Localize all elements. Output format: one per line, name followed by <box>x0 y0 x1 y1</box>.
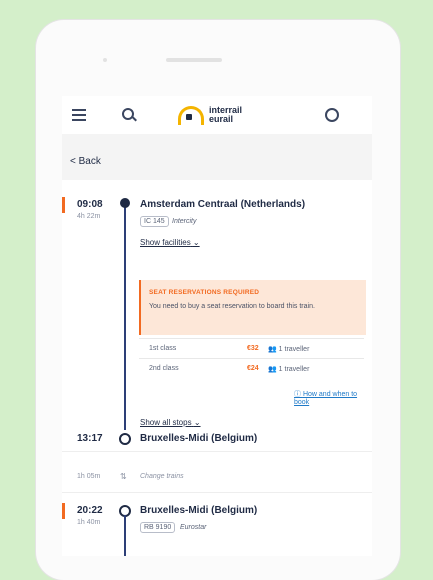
logo-mark-icon <box>178 105 204 125</box>
fare-travellers: 👥 1 traveller <box>268 366 310 373</box>
departure-station: Amsterdam Centraal (Netherlands) <box>140 199 306 210</box>
arrival-station: Bruxelles-Midi (Belgium) <box>140 433 258 444</box>
journey-details: 09:08 4h 22m Amsterdam Centraal (Netherl… <box>62 180 372 556</box>
camera-dot <box>103 58 107 62</box>
divider <box>62 451 372 452</box>
change-trains-icon: ⇅ <box>120 472 127 481</box>
fare-travellers: 👥 1 traveller <box>268 346 310 353</box>
arrival-dot <box>119 433 131 445</box>
how-to-book-link[interactable]: ⓘ How and when to book <box>294 389 372 406</box>
menu-icon[interactable] <box>72 109 86 121</box>
reservation-header: SEAT RESERVATIONS REQUIRED You need to b… <box>139 280 366 335</box>
segment-duration: 1h 40m <box>77 519 101 526</box>
fare-row: 2nd class €24 👥 1 traveller <box>139 358 364 379</box>
chevron-down-icon: ⌄ <box>192 238 200 247</box>
fare-class: 2nd class <box>149 365 179 372</box>
train-type: Intercity <box>172 218 197 225</box>
train-code-badge: RB 9190 <box>140 522 176 533</box>
fare-price: €24 <box>247 365 259 372</box>
seat-reservation-notice: SEAT RESERVATIONS REQUIRED You need to b… <box>139 280 366 379</box>
departure-dot <box>120 198 130 208</box>
speaker-bar <box>166 58 222 62</box>
change-trains-label: Change trains <box>140 473 184 480</box>
chevron-down-icon: ⌄ <box>193 418 201 427</box>
show-all-stops-link[interactable]: Show all stops ⌄ <box>140 418 201 427</box>
fare-row: 1st class €32 👥 1 traveller <box>139 338 364 359</box>
timeline-line <box>124 515 126 556</box>
search-icon[interactable] <box>122 108 134 120</box>
account-icon[interactable] <box>325 108 339 122</box>
timeline-line <box>124 204 126 430</box>
back-link[interactable]: < Back <box>70 156 101 167</box>
show-facilities-link[interactable]: Show facilities ⌄ <box>140 238 200 247</box>
top-navigation: interrail eurail <box>62 96 372 134</box>
segment-duration: 4h 22m <box>77 213 101 220</box>
arrival-time: 13:17 <box>77 433 103 444</box>
departure-station: Bruxelles-Midi (Belgium) <box>140 505 258 516</box>
brand-logo[interactable]: interrail eurail <box>178 102 242 128</box>
departure-time: 09:08 <box>77 199 103 210</box>
departure-accent <box>62 197 65 213</box>
back-bar: < Back <box>62 134 372 180</box>
fare-price: €32 <box>247 345 259 352</box>
change-duration: 1h 05m <box>77 473 101 480</box>
fare-class: 1st class <box>149 345 177 352</box>
divider <box>62 492 372 493</box>
reservation-title: SEAT RESERVATIONS REQUIRED <box>149 289 260 296</box>
logo-line2: eurail <box>209 114 234 124</box>
departure-accent <box>62 503 65 519</box>
train-code-badge: IC 145 <box>140 216 169 227</box>
departure-time: 20:22 <box>77 505 103 516</box>
app-screen: interrail eurail < Back 09:08 4h 22m Ams… <box>62 96 372 556</box>
train-type: Eurostar <box>180 524 207 531</box>
reservation-text: You need to buy a seat reservation to bo… <box>149 303 315 310</box>
